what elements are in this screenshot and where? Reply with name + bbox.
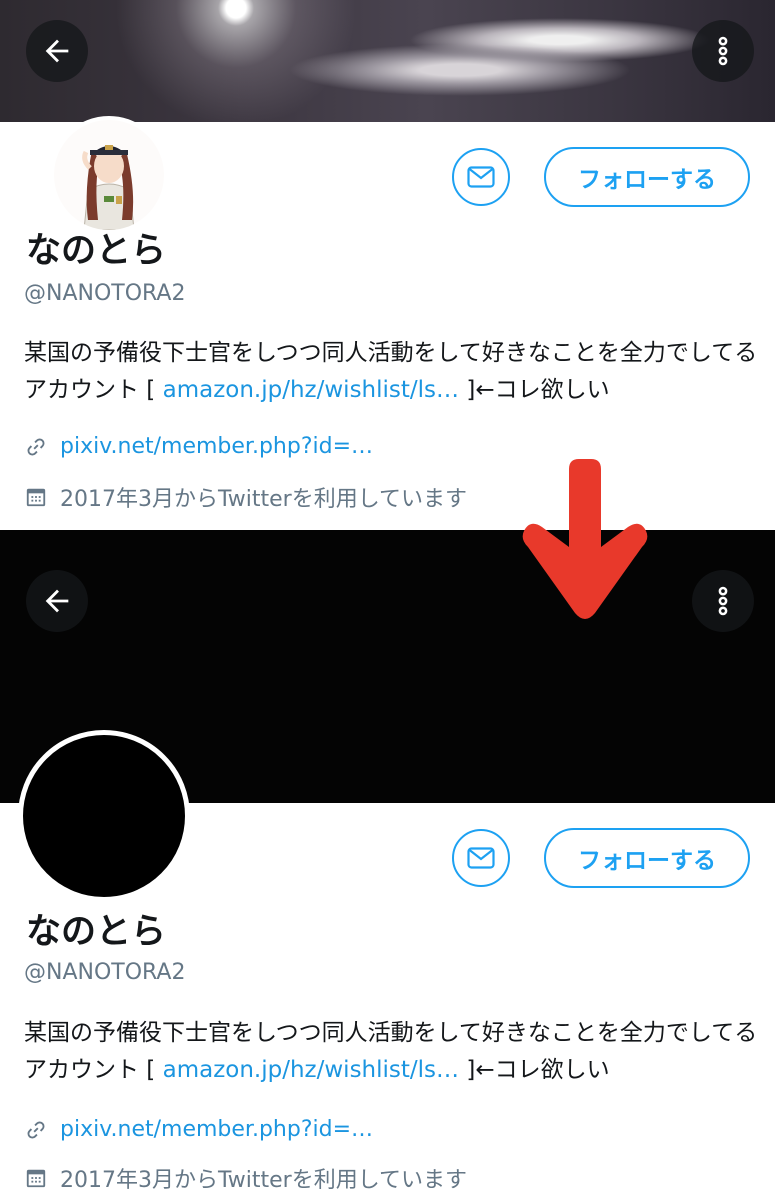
joined-date-row: 2017年3月からTwitterを利用しています: [24, 1162, 467, 1194]
message-button[interactable]: [452, 829, 510, 887]
header-banner-image: [0, 0, 775, 122]
more-options-button[interactable]: [692, 20, 754, 82]
website-link[interactable]: pixiv.net/member.php?id=…: [60, 1117, 373, 1142]
joined-date: 2017年3月からTwitterを利用しています: [60, 487, 468, 512]
avatar-illustration: [54, 120, 164, 230]
follow-button[interactable]: フォローする: [544, 828, 750, 888]
link-icon: [24, 435, 48, 459]
profile-bio: 某国の予備役下士官をしつつ同人活動をして好きなことを全力でしてるアカウント [ …: [24, 1015, 764, 1089]
calendar-icon: [24, 1166, 48, 1190]
display-name: なのとら: [26, 231, 167, 271]
back-arrow-icon: [45, 589, 69, 613]
bio-link[interactable]: amazon.jp/hz/wishlist/ls…: [163, 1057, 459, 1083]
bio-text-after: ]←コレ欲しい: [459, 1057, 610, 1083]
back-button[interactable]: [26, 20, 88, 82]
more-options-button[interactable]: [692, 570, 754, 632]
bio-link[interactable]: amazon.jp/hz/wishlist/ls…: [163, 377, 459, 403]
website-link[interactable]: pixiv.net/member.php?id=…: [60, 434, 373, 459]
website-row: pixiv.net/member.php?id=…: [24, 1117, 373, 1142]
back-button[interactable]: [26, 570, 88, 632]
user-handle: @NANOTORA2: [24, 281, 186, 306]
back-arrow-icon: [45, 39, 69, 63]
website-row: pixiv.net/member.php?id=…: [24, 434, 373, 459]
envelope-icon: [467, 166, 495, 188]
red-down-arrow-icon: [522, 459, 648, 619]
avatar[interactable]: [50, 116, 168, 234]
avatar[interactable]: [18, 730, 190, 902]
profile-bio: 某国の予備役下士官をしつつ同人活動をして好きなことを全力でしてるアカウント [ …: [24, 335, 764, 409]
more-vertical-icon: [718, 36, 728, 66]
display-name: なのとら: [26, 912, 167, 952]
bio-text-after: ]←コレ欲しい: [459, 377, 610, 403]
profile-before: フォローする なのとら @NANOTORA2 某国の予備役下士官をしつつ同人活動…: [0, 0, 775, 530]
link-icon: [24, 1118, 48, 1142]
joined-date-row: 2017年3月からTwitterを利用しています: [24, 481, 467, 513]
joined-date: 2017年3月からTwitterを利用しています: [60, 1168, 468, 1193]
calendar-icon: [24, 485, 48, 509]
user-handle: @NANOTORA2: [24, 960, 186, 985]
envelope-icon: [467, 847, 495, 869]
profile-after: フォローする なのとら @NANOTORA2 某国の予備役下士官をしつつ同人活動…: [0, 530, 775, 1200]
more-vertical-icon: [718, 586, 728, 616]
follow-button[interactable]: フォローする: [544, 147, 750, 207]
message-button[interactable]: [452, 148, 510, 206]
